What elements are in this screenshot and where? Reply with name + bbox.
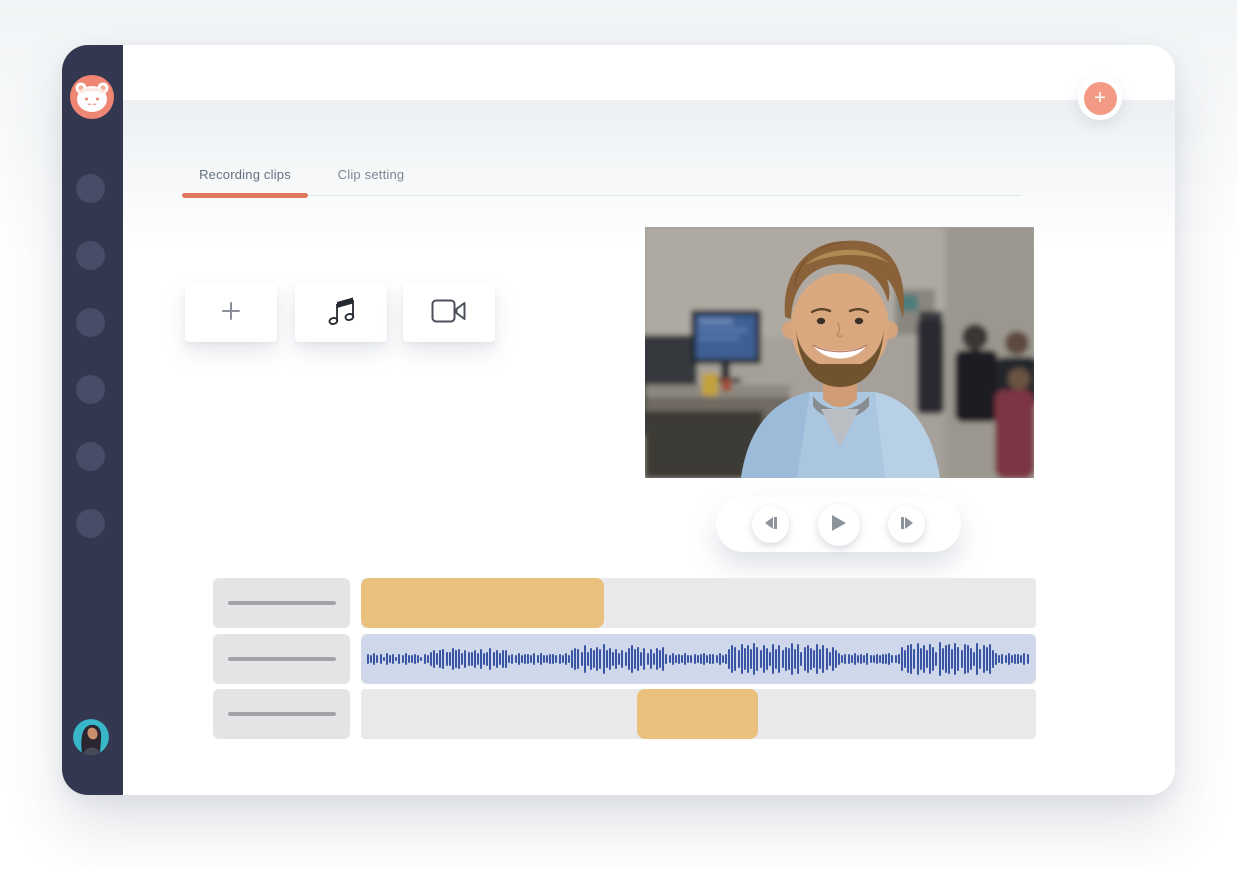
- track-lane-3[interactable]: [361, 689, 1036, 739]
- track-handle-2[interactable]: [213, 634, 350, 684]
- plus-icon: +: [1094, 87, 1106, 109]
- track-handle-line: [228, 601, 336, 605]
- app-logo[interactable]: [70, 75, 114, 119]
- track-row-1: [123, 578, 1175, 628]
- sidebar-item-3[interactable]: [76, 308, 105, 337]
- active-tab-indicator: [182, 193, 308, 198]
- clip-block-1[interactable]: [361, 578, 604, 628]
- add-video-button[interactable]: [403, 283, 495, 342]
- step-forward-icon: [899, 516, 915, 533]
- track-handle-line: [228, 712, 336, 716]
- step-backward-button[interactable]: [752, 506, 789, 543]
- playback-bar: [716, 497, 961, 552]
- avatar-photo: [73, 719, 109, 755]
- sidebar-item-5[interactable]: [76, 442, 105, 471]
- sidebar-item-6[interactable]: [76, 509, 105, 538]
- add-music-button[interactable]: [295, 283, 387, 342]
- track-lane-1[interactable]: [361, 578, 1036, 628]
- audio-waveform-clip[interactable]: [361, 634, 1036, 684]
- track-handle-1[interactable]: [213, 578, 350, 628]
- tab-recording-clips[interactable]: Recording clips: [182, 167, 308, 182]
- track-handle-line: [228, 657, 336, 661]
- monkey-logo-icon: [70, 106, 114, 123]
- sidebar-item-1[interactable]: [76, 174, 105, 203]
- plus-icon: [220, 300, 242, 325]
- presenter-photo: [645, 227, 1034, 478]
- sidebar: [62, 45, 123, 795]
- clip-block-2[interactable]: [637, 689, 758, 739]
- track-handle-3[interactable]: [213, 689, 350, 739]
- tab-clip-setting[interactable]: Clip setting: [308, 167, 434, 182]
- add-new-halo: +: [1078, 76, 1122, 120]
- track-lane-2[interactable]: [361, 634, 1036, 684]
- music-note-icon: [327, 296, 355, 329]
- sidebar-item-4[interactable]: [76, 375, 105, 404]
- video-preview[interactable]: [645, 227, 1034, 478]
- play-button[interactable]: [818, 504, 860, 546]
- play-icon: [831, 514, 847, 535]
- track-row-3: [123, 689, 1175, 739]
- step-backward-icon: [763, 516, 779, 533]
- sidebar-item-2[interactable]: [76, 241, 105, 270]
- main-panel: + Recording clips Clip setting: [123, 45, 1175, 795]
- user-avatar[interactable]: [73, 719, 109, 755]
- add-new-button[interactable]: +: [1084, 82, 1117, 115]
- video-camera-icon: [431, 299, 467, 326]
- track-row-2: [123, 634, 1175, 684]
- page-background: { "app": { "accent_coral": "#ee8672", "s…: [0, 0, 1237, 870]
- app-window: + Recording clips Clip setting: [62, 45, 1175, 795]
- add-clip-button[interactable]: [185, 283, 277, 342]
- step-forward-button[interactable]: [888, 506, 925, 543]
